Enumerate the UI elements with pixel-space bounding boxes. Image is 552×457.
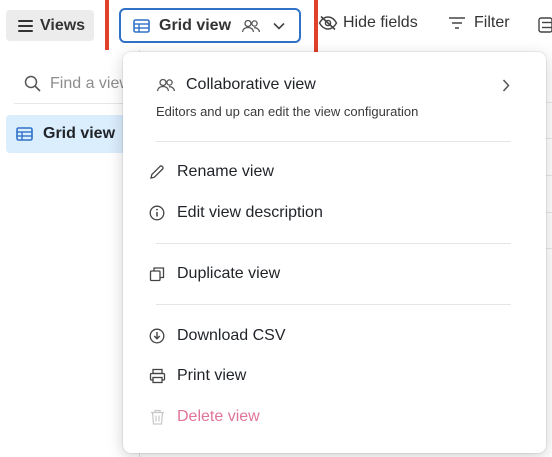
info-icon <box>148 204 166 222</box>
menu-divider <box>156 243 511 244</box>
duplicate-icon <box>148 265 166 283</box>
hide-fields-button[interactable]: Hide fields <box>318 14 418 32</box>
views-button[interactable]: Views <box>6 10 94 41</box>
group-icon[interactable] <box>538 17 552 33</box>
eye-slash-icon <box>318 15 338 31</box>
search-icon <box>24 75 41 92</box>
grid-icon <box>16 127 33 141</box>
highlight-box <box>105 0 318 56</box>
view-search <box>14 64 140 104</box>
views-sidebar: Grid view <box>0 50 140 457</box>
chevron-right-icon <box>502 79 510 92</box>
collaborators-icon <box>156 78 176 92</box>
pencil-icon <box>148 163 166 181</box>
edit-view-description-option[interactable]: Edit view description <box>148 197 518 229</box>
collaborative-view-description: Editors and up can edit the view configu… <box>156 104 419 119</box>
download-csv-option[interactable]: Download CSV <box>148 320 518 352</box>
printer-icon <box>148 367 166 385</box>
print-view-option[interactable]: Print view <box>148 360 518 392</box>
menu-divider <box>156 304 511 305</box>
menu-icon <box>18 19 33 32</box>
view-options-menu: Collaborative view Editors and up can ed… <box>123 52 546 453</box>
duplicate-view-option[interactable]: Duplicate view <box>148 258 518 290</box>
trash-icon <box>148 408 166 426</box>
delete-view-option[interactable]: Delete view <box>148 401 518 433</box>
filter-button[interactable]: Filter <box>448 14 510 32</box>
menu-divider <box>156 141 511 142</box>
rename-view-option[interactable]: Rename view <box>148 156 518 188</box>
views-button-label: Views <box>40 16 86 34</box>
view-toolbar: Views Grid view Hide fields Filter <box>0 0 552 56</box>
download-icon <box>148 327 166 345</box>
filter-label: Filter <box>474 14 510 31</box>
sidebar-item-grid-view[interactable]: Grid view <box>6 115 140 153</box>
collaborative-view-title: Collaborative view <box>186 76 316 93</box>
hide-fields-label: Hide fields <box>343 14 418 31</box>
collaborative-view-option[interactable]: Collaborative view Editors and up can ed… <box>156 76 516 119</box>
sidebar-item-label: Grid view <box>43 125 116 142</box>
filter-icon <box>449 17 465 29</box>
